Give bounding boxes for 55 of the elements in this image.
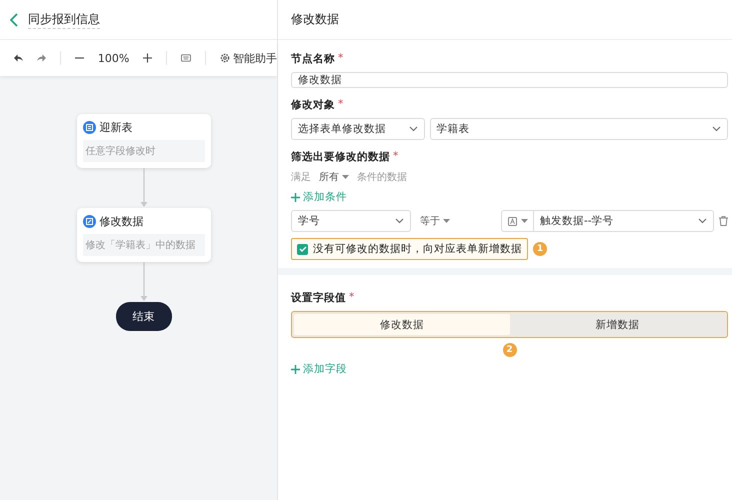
- checkbox[interactable]: [297, 244, 308, 254]
- connector-arrow: [140, 168, 148, 208]
- chevron-down-icon: [395, 218, 404, 224]
- zoom-in-icon[interactable]: [143, 53, 152, 63]
- fallback-checkbox[interactable]: 没有可修改的数据时，向对应表单新增数据: [291, 238, 528, 260]
- redo-icon[interactable]: [36, 54, 46, 62]
- page-title: 同步报到信息: [28, 10, 100, 28]
- end-node[interactable]: 结束: [116, 302, 172, 331]
- node-detail: 任意字段修改时: [82, 140, 204, 162]
- step-badge: 2: [502, 343, 516, 357]
- required-mark: *: [349, 291, 354, 305]
- field-label: 设置字段值: [291, 291, 346, 305]
- caret-icon: [342, 175, 349, 179]
- mode-select[interactable]: 选择表单修改数据: [291, 118, 424, 140]
- condition-field-select[interactable]: 学号: [291, 210, 411, 232]
- caret-icon: [443, 219, 450, 223]
- segment-tab[interactable]: 新增数据: [510, 314, 725, 335]
- keyboard-icon[interactable]: [181, 54, 192, 62]
- step-badge: 1: [533, 242, 547, 256]
- operator-dropdown[interactable]: 等于: [416, 214, 496, 228]
- panel-title: 修改数据: [278, 0, 732, 40]
- edit-icon: [82, 215, 96, 228]
- gear-icon: [220, 53, 230, 63]
- form-icon: [82, 121, 96, 134]
- field-label: 修改对象: [291, 98, 335, 112]
- match-suffix: 条件的数据: [357, 171, 407, 184]
- form-select[interactable]: 学籍表: [430, 118, 728, 140]
- node-name-field[interactable]: 修改数据: [291, 72, 728, 88]
- caret-icon: [521, 219, 528, 223]
- match-prefix: 满足: [291, 170, 311, 184]
- assistant-button[interactable]: 智能助手: [220, 50, 277, 66]
- required-mark: *: [393, 150, 398, 164]
- connector-arrow: [140, 262, 148, 302]
- flow-node-card[interactable]: 修改数据 修改「学籍表」中的数据: [76, 208, 210, 262]
- text-type-icon: [508, 216, 517, 226]
- required-mark: *: [338, 98, 344, 112]
- plus-icon: [291, 364, 300, 374]
- node-detail: 修改「学籍表」中的数据: [82, 234, 204, 256]
- zoom-level[interactable]: 100%: [98, 52, 130, 64]
- chevron-down-icon: [408, 126, 418, 132]
- condition-value-select[interactable]: 触发数据--学号: [501, 210, 714, 232]
- segment-tab[interactable]: 修改数据: [294, 314, 510, 335]
- undo-icon[interactable]: [14, 54, 23, 62]
- chevron-down-icon: [712, 126, 721, 132]
- field-label: 筛选出要修改的数据: [291, 150, 390, 164]
- back-icon[interactable]: [10, 12, 18, 26]
- node-title: 迎新表: [100, 120, 132, 135]
- node-title: 修改数据: [100, 214, 144, 229]
- required-mark: *: [338, 52, 344, 66]
- chevron-down-icon: [698, 218, 707, 224]
- flow-node-card[interactable]: 迎新表 任意字段修改时: [76, 114, 210, 168]
- plus-icon: [291, 192, 300, 202]
- match-dropdown[interactable]: 所有: [319, 170, 349, 184]
- trash-icon[interactable]: [719, 216, 728, 226]
- field-label: 节点名称: [291, 52, 335, 66]
